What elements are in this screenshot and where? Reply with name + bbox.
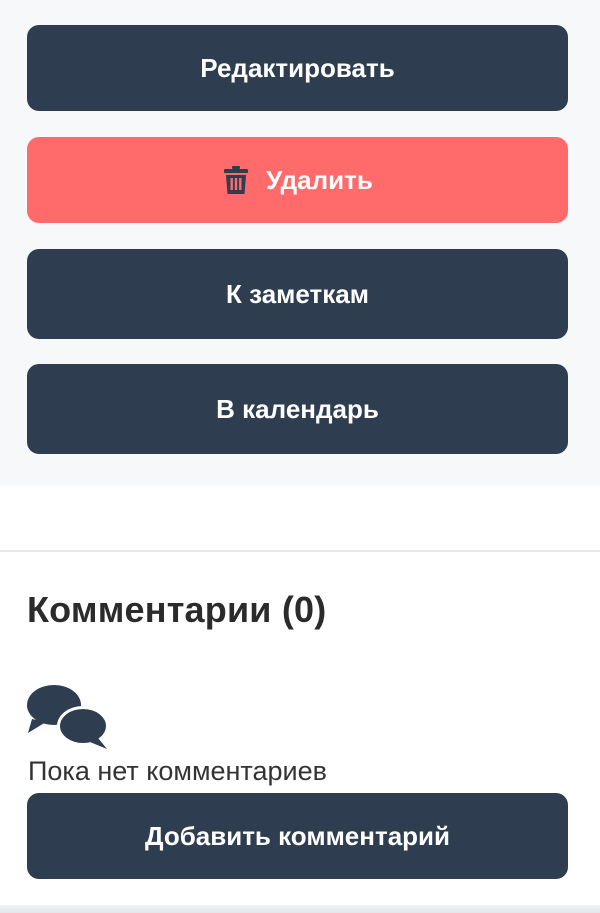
section-divider bbox=[0, 550, 600, 552]
page: Редактировать Удалить К заметкам В кален… bbox=[0, 0, 600, 913]
to-notes-button[interactable]: К заметкам bbox=[27, 249, 568, 339]
comments-title: Комментарии (0) bbox=[27, 589, 327, 630]
actions-panel: Редактировать Удалить К заметкам В кален… bbox=[0, 0, 600, 486]
edit-button-label: Редактировать bbox=[200, 52, 395, 83]
delete-button[interactable]: Удалить bbox=[27, 137, 568, 223]
to-calendar-button-label: В календарь bbox=[216, 393, 379, 424]
add-comment-button[interactable]: Добавить комментарий bbox=[27, 793, 568, 879]
trash-icon bbox=[222, 165, 250, 195]
comments-icon bbox=[26, 683, 110, 751]
to-notes-button-label: К заметкам bbox=[226, 278, 369, 309]
add-comment-button-label: Добавить комментарий bbox=[144, 820, 451, 851]
no-comments-text: Пока нет комментариев bbox=[28, 756, 327, 786]
to-calendar-button[interactable]: В календарь bbox=[27, 364, 568, 454]
edit-button[interactable]: Редактировать bbox=[27, 25, 568, 111]
delete-button-label: Удалить bbox=[266, 164, 373, 195]
bottom-edge bbox=[0, 905, 600, 913]
